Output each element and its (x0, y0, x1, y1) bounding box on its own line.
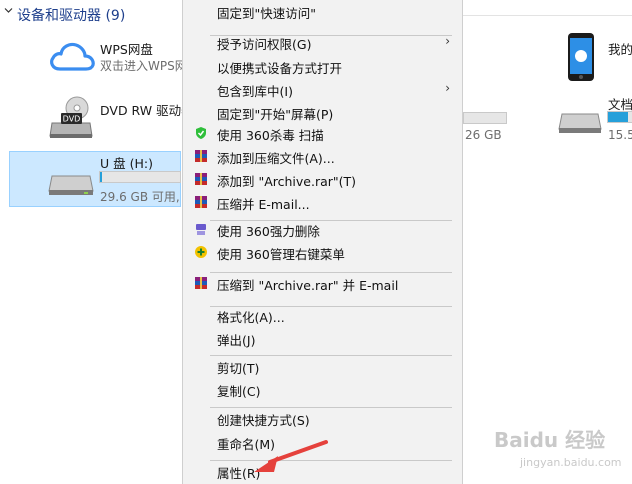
menu-item[interactable]: 包含到库中(I) › (183, 78, 462, 101)
menu-item-label: 添加到 "Archive.rar"(T) (217, 174, 357, 189)
menu-item-label: 格式化(A)... (217, 310, 285, 325)
menu-item-label: 弹出(J) (217, 333, 256, 348)
menu-item-label: 压缩到 "Archive.rar" 并 E-mail (217, 278, 399, 293)
menu-item-label: 授予访问权限(G) (217, 37, 312, 52)
drive-subtitle: 双击进入WPS网 (100, 59, 187, 73)
menu-item-label: 创建快捷方式(S) (217, 413, 310, 428)
svg-text:DVD: DVD (63, 115, 81, 124)
menu-item-label: 包含到库中(I) (217, 84, 293, 99)
menu-item-label: 使用 360杀毒 扫描 (217, 128, 324, 143)
menu-item[interactable]: 弹出(J) (183, 327, 462, 350)
section-title: 设备和驱动器 (9) (17, 8, 126, 24)
drive-name: DVD RW 驱动器 (100, 103, 194, 118)
winrar-icon (194, 149, 208, 163)
drive-item-dvd[interactable]: DVD DVD RW 驱动器 (44, 96, 194, 140)
usage-bar-fill (608, 112, 628, 122)
usb-drive-icon (48, 175, 94, 195)
phone-icon (568, 33, 594, 81)
drive-name: U 盘 (H:) (100, 156, 153, 171)
drive-item-wps[interactable]: WPS网盘 双击进入WPS网 (44, 36, 187, 80)
usage-bar (463, 112, 507, 124)
menu-item[interactable]: 复制(C) (183, 378, 462, 401)
usage-bar (607, 111, 632, 123)
menu-item[interactable]: 剪切(T) (183, 355, 462, 378)
drive-item-documents[interactable]: 文档 15.5 (556, 90, 632, 146)
menu-item-label: 使用 360管理右键菜单 (217, 247, 345, 262)
drive-subtitle: 29.6 GB 可用, (100, 190, 180, 204)
drive-subtitle: 15.5 (608, 128, 632, 142)
drive-item-usb[interactable]: U 盘 (H:) 29.6 GB 可用, (44, 152, 184, 206)
menu-item[interactable]: 固定到"快速访问" (183, 0, 462, 23)
menu-item[interactable]: 使用 360杀毒 扫描 (183, 122, 462, 145)
drive-name: WPS网盘 (100, 42, 153, 57)
cloud-icon (50, 42, 95, 71)
winrar-icon (194, 172, 208, 186)
menu-item-label: 固定到"快速访问" (217, 6, 316, 21)
chevron-down-icon[interactable] (4, 6, 13, 15)
shredder-icon (194, 222, 208, 236)
usage-bar (99, 171, 181, 183)
shield-icon (194, 126, 208, 140)
plus-icon (194, 245, 208, 259)
usage-bar-fill (100, 172, 102, 182)
menu-item[interactable]: 创建快捷方式(S) (183, 407, 462, 430)
drive-name: 我的 (608, 42, 632, 57)
menu-item[interactable]: 压缩并 E-mail... (183, 191, 462, 214)
menu-item[interactable]: 固定到"开始"屏幕(P) (183, 101, 462, 124)
winrar-icon (194, 276, 208, 290)
menu-item-label: 压缩并 E-mail... (217, 197, 310, 212)
winrar-icon (194, 195, 208, 209)
menu-item-label: 以便携式设备方式打开 (217, 61, 343, 76)
watermark-url: jingyan.baidu.com (520, 456, 622, 469)
menu-item[interactable]: 使用 360强力删除 (183, 218, 462, 241)
menu-item[interactable]: 添加到 "Archive.rar"(T) (183, 168, 462, 191)
menu-item-label: 复制(C) (217, 384, 261, 399)
menu-item-label: 固定到"开始"屏幕(P) (217, 107, 334, 122)
menu-item[interactable]: 使用 360管理右键菜单 (183, 241, 462, 264)
menu-item-label: 剪切(T) (217, 361, 260, 376)
menu-item[interactable]: 以便携式设备方式打开 (183, 55, 462, 78)
drive-icon (558, 113, 602, 133)
drive-capacity-text: 26 GB (465, 128, 502, 142)
watermark-text: Baidu 经验 (494, 428, 606, 452)
menu-item-label: 使用 360强力删除 (217, 224, 320, 239)
menu-item[interactable]: 格式化(A)... (183, 304, 462, 327)
menu-item[interactable]: 压缩到 "Archive.rar" 并 E-mail (183, 272, 462, 295)
baidu-watermark: Baidu 经验 jingyan.baidu.com (490, 420, 630, 484)
drive-item-phone[interactable]: 我的 (562, 30, 632, 86)
submenu-arrow-icon: › (445, 34, 450, 48)
red-arrow-annotation (254, 440, 328, 472)
submenu-arrow-icon: › (445, 81, 450, 95)
menu-item[interactable]: 授予访问权限(G) › (183, 31, 462, 54)
menu-item-label: 添加到压缩文件(A)... (217, 151, 335, 166)
dvd-drive-icon: DVD (49, 96, 93, 138)
menu-item[interactable]: 添加到压缩文件(A)... (183, 145, 462, 168)
context-menu: 固定到"快速访问" 授予访问权限(G) › 以便携式设备方式打开 包含到库中(I) › 固定… (182, 0, 463, 484)
